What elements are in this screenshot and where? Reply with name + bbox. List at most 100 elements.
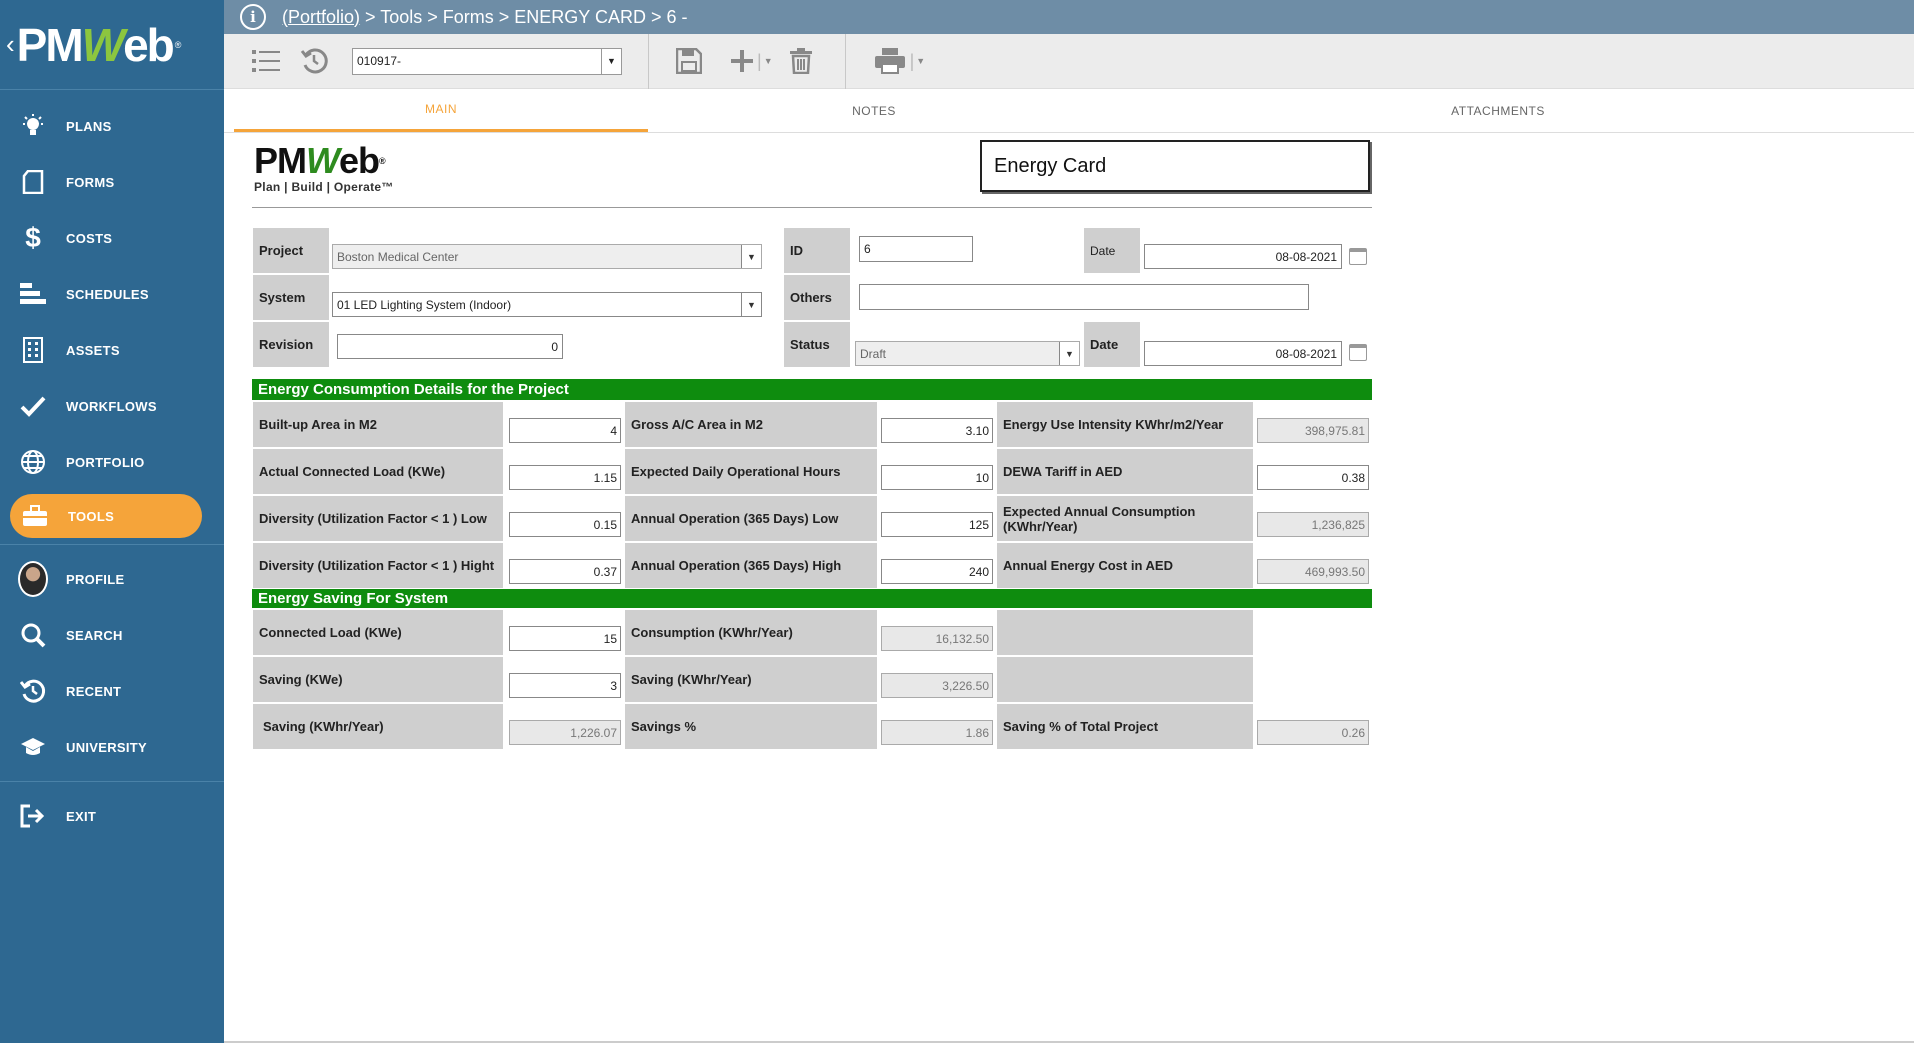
empty-cell xyxy=(997,610,1253,655)
briefcase-icon xyxy=(20,501,50,531)
print-dropdown-divider: | xyxy=(909,50,915,71)
sidebar-item-label: PLANS xyxy=(66,118,112,134)
date-field[interactable]: 08-08-2021 xyxy=(1144,244,1342,269)
project-select[interactable]: Boston Medical Center ▼ xyxy=(332,244,762,269)
sidebar-item-schedules[interactable]: SCHEDULES xyxy=(0,266,224,322)
print-icon[interactable] xyxy=(872,43,908,79)
sidebar-item-search[interactable]: SEARCH xyxy=(0,607,224,663)
add-icon[interactable] xyxy=(727,43,757,79)
field-label: Energy Use Intensity KWhr/m2/Year xyxy=(1003,417,1224,432)
app-logo[interactable]: ‹ PMWeb ® xyxy=(0,0,224,90)
consumption-cell: Consumption (KWhr/Year) xyxy=(625,610,877,655)
calendar-icon[interactable] xyxy=(1349,344,1367,361)
sidebar-item-label: PROFILE xyxy=(66,571,125,587)
annual-operation-high-field[interactable]: 240 xyxy=(881,559,993,584)
saving-kwhr-year-cell: Saving (KWhr/Year) xyxy=(625,657,877,702)
avatar xyxy=(18,561,48,597)
list-icon[interactable] xyxy=(248,43,284,79)
back-chevron-icon[interactable]: ‹ xyxy=(6,29,15,60)
chevron-down-icon: ▼ xyxy=(741,245,761,268)
history-icon[interactable] xyxy=(296,43,332,79)
logo-text: PMWeb xyxy=(16,18,175,71)
sidebar-item-tools[interactable]: TOOLS xyxy=(10,494,202,538)
actual-connected-load-field[interactable]: 1.15 xyxy=(509,465,621,490)
field-label: Built-up Area in M2 xyxy=(259,417,377,432)
gross-ac-area-field[interactable]: 3.10 xyxy=(881,418,993,443)
breadcrumb-portfolio-link[interactable]: (Portfolio) xyxy=(282,7,360,27)
dewa-tariff-field[interactable]: 0.38 xyxy=(1257,465,1369,490)
field-label: Expected Daily Operational Hours xyxy=(631,464,841,479)
save-icon[interactable] xyxy=(671,43,707,79)
system-select[interactable]: 01 LED Lighting System (Indoor) ▼ xyxy=(332,292,762,317)
sidebar-item-recent[interactable]: RECENT xyxy=(0,663,224,719)
built-up-area-cell: Built-up Area in M2 xyxy=(253,402,503,447)
saving-kwe-cell: Saving (KWe) xyxy=(253,657,503,702)
sidebar-item-label: WORKFLOWS xyxy=(66,398,157,414)
building-icon xyxy=(18,335,48,365)
sidebar-item-assets[interactable]: ASSETS xyxy=(0,322,224,378)
saving-kwe-field[interactable]: 3 xyxy=(509,673,621,698)
sidebar-item-costs[interactable]: $ COSTS xyxy=(0,210,224,266)
saving-kwhr-year-total-cell: Saving (KWhr/Year) xyxy=(253,704,503,749)
diversity-low-field[interactable]: 0.15 xyxy=(509,512,621,537)
sidebar-item-university[interactable]: UNIVERSITY xyxy=(0,719,224,775)
sidebar-item-exit[interactable]: EXIT xyxy=(0,788,224,844)
chevron-down-icon[interactable]: ▼ xyxy=(764,56,773,66)
exit-icon xyxy=(18,801,48,831)
system-select-value: 01 LED Lighting System (Indoor) xyxy=(337,297,512,312)
saving-kwhr-year-total-field: 1,226.07 xyxy=(509,720,621,745)
sidebar-item-profile[interactable]: PROFILE xyxy=(0,551,224,607)
status-select[interactable]: Draft ▼ xyxy=(855,341,1080,366)
sidebar-item-portfolio[interactable]: PORTFOLIO xyxy=(0,434,224,490)
trash-icon[interactable] xyxy=(783,43,819,79)
id-field[interactable]: 6 xyxy=(859,236,973,262)
sidebar-item-label: COSTS xyxy=(66,230,113,246)
tab-notes[interactable]: NOTES xyxy=(648,89,1100,132)
dollar-icon: $ xyxy=(25,222,41,253)
connected-load-field[interactable]: 15 xyxy=(509,626,621,651)
sidebar-item-label: PORTFOLIO xyxy=(66,454,145,470)
annual-energy-cost-field: 469,993.50 xyxy=(1257,559,1369,584)
tab-attachments[interactable]: ATTACHMENTS xyxy=(1100,89,1896,132)
sidebar-item-forms[interactable]: FORMS xyxy=(0,154,224,210)
sidebar-item-label: FORMS xyxy=(66,174,115,190)
field-label: DEWA Tariff in AED xyxy=(1003,464,1123,479)
saving-kwhr-year-field: 3,226.50 xyxy=(881,673,993,698)
sidebar-item-label: EXIT xyxy=(66,808,97,824)
sidebar-item-label: ASSETS xyxy=(66,342,120,358)
toolbar-divider xyxy=(844,33,846,89)
diversity-low-cell: Diversity (Utilization Factor < 1 ) Low xyxy=(253,496,503,541)
actual-connected-load-cell: Actual Connected Load (KWe) xyxy=(253,449,503,494)
sidebar-item-workflows[interactable]: WORKFLOWS xyxy=(0,378,224,434)
saving-percent-total-field: 0.26 xyxy=(1257,720,1369,745)
built-up-area-field[interactable]: 4 xyxy=(509,418,621,443)
calendar-icon[interactable] xyxy=(1349,248,1367,265)
energy-card-form: PMWeb® Plan | Build | Operate™ Energy Ca… xyxy=(252,138,1372,749)
history-icon xyxy=(18,676,48,706)
chevron-down-icon[interactable]: ▼ xyxy=(916,56,925,66)
saving-percent-total-cell: Saving % of Total Project xyxy=(997,704,1253,749)
info-icon[interactable]: i xyxy=(240,4,266,30)
brand-logo: PMWeb® Plan | Build | Operate™ xyxy=(254,142,394,195)
sidebar-item-label: SEARCH xyxy=(66,627,123,643)
savings-percent-cell: Savings % xyxy=(625,704,877,749)
date2-field[interactable]: 08-08-2021 xyxy=(1144,341,1342,366)
record-select[interactable]: 010917- ▼ xyxy=(352,47,622,75)
field-label: Savings % xyxy=(631,719,697,734)
empty-cell xyxy=(997,657,1253,702)
sidebar-item-plans[interactable]: PLANS xyxy=(0,98,224,154)
chevron-down-icon: ▼ xyxy=(741,293,761,316)
tab-main[interactable]: MAIN xyxy=(234,89,648,132)
daily-operational-hours-field[interactable]: 10 xyxy=(881,465,993,490)
others-field[interactable] xyxy=(859,284,1309,310)
sidebar-item-label: RECENT xyxy=(66,683,122,699)
field-label: Annual Operation (365 Days) High xyxy=(631,558,842,573)
diversity-high-field[interactable]: 0.37 xyxy=(509,559,621,584)
sidebar-nav: PLANS FORMS $ COSTS SCHEDULES ASSETS WOR… xyxy=(0,98,224,844)
document-icon xyxy=(18,167,48,197)
dewa-tariff-cell: DEWA Tariff in AED xyxy=(997,449,1253,494)
date-label: Date xyxy=(1084,228,1140,273)
revision-field[interactable]: 0 xyxy=(337,334,563,359)
sidebar-item-label: SCHEDULES xyxy=(66,286,149,302)
annual-operation-low-field[interactable]: 125 xyxy=(881,512,993,537)
